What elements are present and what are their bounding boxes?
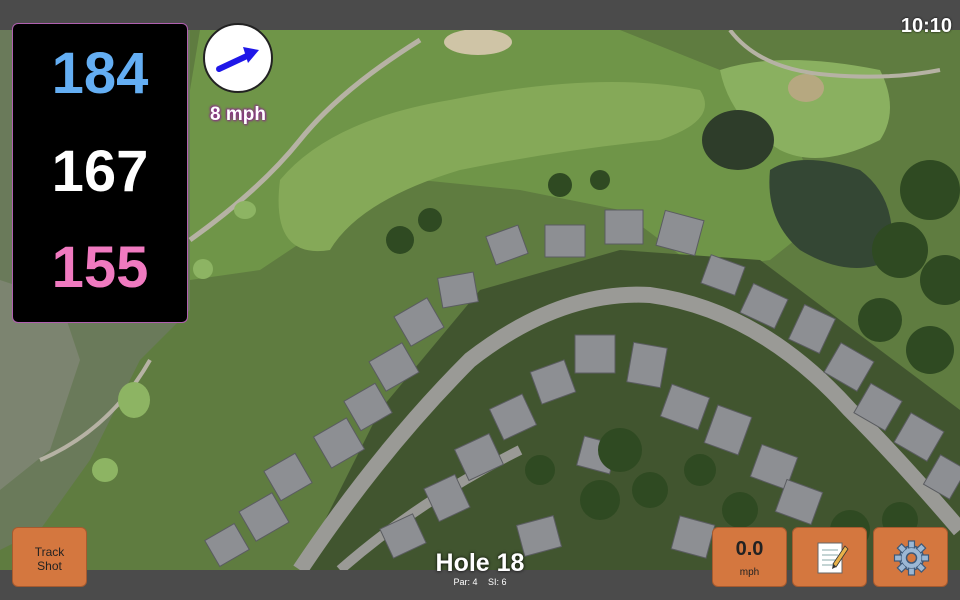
hole-title: Hole 18: [435, 549, 525, 577]
front-yardage: 155: [51, 235, 149, 300]
track-shot-button[interactable]: Track Shot: [12, 527, 87, 587]
speed-value: 0.0: [735, 538, 764, 560]
yardage-panel: 184 167 155: [12, 23, 188, 323]
notes-button[interactable]: [792, 527, 867, 587]
arrow-right-icon: [216, 47, 259, 72]
wind-direction-indicator: [203, 23, 273, 93]
wind-speed: 8 mph: [210, 104, 266, 125]
clock: 10:10: [900, 15, 952, 37]
hole-par: Par: 4: [453, 577, 478, 587]
middle-yardage: 167: [51, 139, 149, 204]
settings-button[interactable]: [873, 527, 948, 587]
hole-info: Par: 4 SI: 6: [380, 577, 580, 587]
back-yardage: 184: [51, 41, 149, 106]
speed-button[interactable]: 0.0 mph: [712, 527, 787, 587]
notepad-icon: [817, 542, 849, 574]
track-shot-label-line1: Track: [34, 545, 65, 559]
track-shot-label-line2: Shot: [37, 559, 62, 573]
gear-icon: [893, 540, 930, 576]
speed-unit: mph: [739, 567, 760, 578]
hole-stroke-index: SI: 6: [488, 577, 507, 587]
